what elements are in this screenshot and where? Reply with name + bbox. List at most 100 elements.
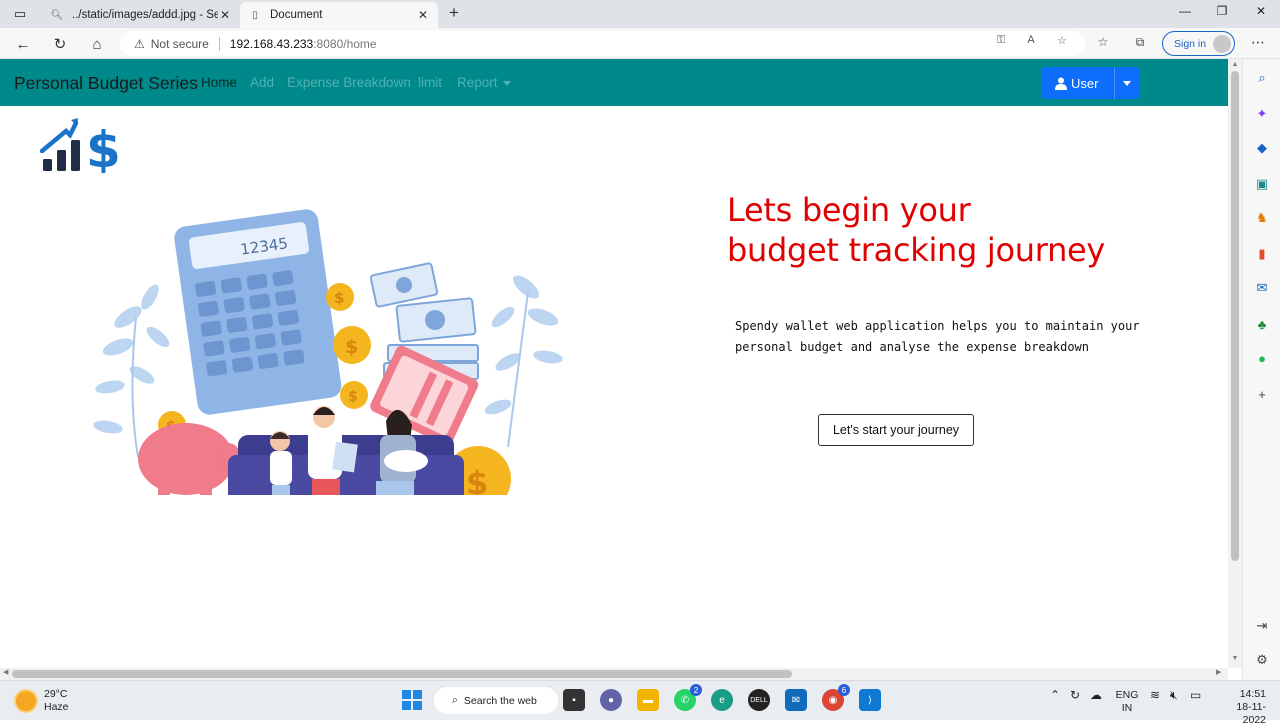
- file-explorer-icon[interactable]: ▬: [637, 689, 659, 711]
- favorites-icon[interactable]: ☆: [1094, 35, 1112, 51]
- sidebar-hide-icon[interactable]: ⇥: [1253, 617, 1271, 635]
- headline-line-1: Lets begin your: [727, 191, 971, 229]
- whatsapp-badge: 2: [690, 684, 702, 696]
- close-icon[interactable]: ✕: [416, 8, 430, 22]
- back-button[interactable]: ←: [12, 33, 34, 55]
- temperature: 29°C: [44, 688, 68, 700]
- edge-sidebar: ⌕ ✦ ◆ ▣ ♞ ▮ ✉ ♣ ● + ⇥ ⚙: [1242, 59, 1280, 680]
- key-icon[interactable]: ⚿: [992, 34, 1010, 50]
- vscode-icon[interactable]: ⟩: [859, 689, 881, 711]
- shopping-tag-icon[interactable]: ◆: [1253, 139, 1271, 157]
- search-icon: ⌕: [452, 694, 458, 706]
- nav-report-label: Report: [457, 75, 498, 90]
- vertical-scrollbar[interactable]: ▲ ▼: [1228, 59, 1242, 668]
- add-icon[interactable]: +: [1253, 385, 1271, 403]
- hero-description: Spendy wallet web application helps you …: [735, 316, 1155, 358]
- new-tab-button[interactable]: +: [444, 4, 464, 24]
- edge-browser-icon[interactable]: e: [711, 689, 733, 711]
- svg-text:$: $: [345, 336, 358, 358]
- outlook-icon[interactable]: ✉: [1253, 279, 1271, 297]
- language-indicator[interactable]: ENG IN: [1113, 689, 1141, 715]
- taskbar-search[interactable]: ⌕ Search the web: [434, 687, 558, 714]
- hero-headline: Lets begin your budget tracking journey: [727, 190, 1105, 270]
- app-navbar: Personal Budget Series Home Add Expense …: [0, 59, 1228, 106]
- user-dropdown-button[interactable]: User: [1042, 67, 1139, 99]
- svg-text:$: $: [466, 464, 488, 495]
- sync-icon[interactable]: ↻: [1070, 689, 1080, 702]
- chevron-down-icon[interactable]: [1115, 80, 1139, 86]
- windows-taskbar: 29°C Haze ⌕ Search the web ▪ ● ▬ ✆ 2 e DE…: [0, 680, 1280, 726]
- scroll-right-icon[interactable]: ▶: [1216, 668, 1221, 676]
- svg-text:$: $: [348, 389, 358, 405]
- nav-add[interactable]: Add: [250, 75, 274, 90]
- task-view-icon[interactable]: ▪: [563, 689, 585, 711]
- spotify-icon[interactable]: ●: [1253, 349, 1271, 367]
- scroll-up-icon[interactable]: ▲: [1231, 61, 1239, 68]
- read-aloud-icon[interactable]: A: [1022, 34, 1040, 50]
- close-icon[interactable]: ✕: [218, 8, 232, 22]
- horizontal-scrollbar[interactable]: ◀ ▶: [0, 668, 1228, 680]
- chrome-badge: 6: [838, 684, 850, 696]
- battery-icon[interactable]: ▭: [1190, 689, 1201, 702]
- home-button[interactable]: ⌂: [86, 33, 108, 55]
- minimize-button[interactable]: —: [1170, 4, 1200, 24]
- search-icon[interactable]: ⌕: [1253, 69, 1271, 87]
- scrollbar-thumb[interactable]: [1231, 71, 1239, 561]
- nav-report-dropdown[interactable]: Report: [457, 75, 511, 90]
- nav-home[interactable]: Home: [201, 75, 237, 90]
- dell-icon[interactable]: DELL: [748, 689, 770, 711]
- tools-icon[interactable]: ▣: [1253, 175, 1271, 193]
- warning-icon: ⚠: [134, 36, 145, 51]
- user-icon: [1055, 77, 1067, 90]
- page-viewport: Personal Budget Series Home Add Expense …: [0, 59, 1228, 668]
- description-line-1: Spendy wallet web application helps you …: [735, 319, 1140, 333]
- copilot-icon[interactable]: ✦: [1253, 105, 1271, 123]
- wifi-icon[interactable]: ≋: [1150, 689, 1160, 702]
- more-menu-icon[interactable]: ⋯: [1248, 34, 1268, 51]
- system-clock[interactable]: 14:51 18-11-2022: [1214, 688, 1266, 727]
- chevron-up-icon[interactable]: ⌃: [1050, 689, 1060, 702]
- tab-title: ../static/images/addd.jpg - Searc: [72, 9, 218, 21]
- tab-search[interactable]: 🔍︎ ../static/images/addd.jpg - Searc ✕: [42, 2, 240, 28]
- tab-document[interactable]: ▯ Document ✕: [240, 2, 438, 28]
- sign-in-button[interactable]: Sign in: [1162, 31, 1235, 56]
- tab-actions-icon[interactable]: ▭: [9, 4, 31, 24]
- scrollbar-thumb[interactable]: [12, 670, 792, 678]
- cloud-icon[interactable]: ☁: [1090, 689, 1102, 702]
- settings-icon[interactable]: ⚙: [1253, 651, 1271, 669]
- taskbar-search-label: Search the web: [463, 694, 537, 707]
- windows-start-icon[interactable]: [402, 690, 422, 710]
- chrome-icon[interactable]: ◉ 6: [822, 684, 850, 711]
- start-journey-button[interactable]: Let's start your journey: [818, 414, 974, 446]
- nav-expense-breakdown[interactable]: Expense Breakdown: [287, 75, 411, 90]
- url-path: :8080/home: [313, 36, 377, 51]
- clock-date: 18-11-2022: [1236, 701, 1266, 726]
- document-icon: ▯: [252, 9, 258, 21]
- favorite-add-icon[interactable]: ☆: [1053, 34, 1071, 50]
- scroll-left-icon[interactable]: ◀: [3, 668, 8, 676]
- collections-icon[interactable]: ⧉: [1131, 35, 1149, 51]
- whatsapp-icon[interactable]: ✆ 2: [674, 684, 702, 711]
- speaker-muted-icon[interactable]: 🔇︎: [1170, 689, 1178, 702]
- avatar: [1213, 35, 1231, 53]
- reload-button[interactable]: ↻: [49, 33, 71, 55]
- brand-title[interactable]: Personal Budget Series: [14, 73, 198, 94]
- address-bar[interactable]: ⚠ Not secure 192.168.43.233:8080/home: [120, 31, 1085, 56]
- mail-icon[interactable]: ✉: [785, 689, 807, 711]
- svg-text:$: $: [334, 289, 344, 307]
- close-window-button[interactable]: ✕: [1246, 4, 1276, 24]
- teams-chat-icon[interactable]: ●: [600, 689, 622, 711]
- svg-text:$: $: [86, 121, 118, 173]
- description-line-2: personal budget and analyse the expense …: [735, 340, 1090, 354]
- maximize-button[interactable]: ❐: [1207, 4, 1237, 24]
- office-icon[interactable]: ▮: [1253, 245, 1271, 263]
- nav-limit[interactable]: limit: [418, 75, 442, 90]
- games-icon[interactable]: ♞: [1253, 209, 1271, 227]
- weather-widget[interactable]: 29°C Haze: [16, 688, 69, 714]
- tree-icon[interactable]: ♣: [1253, 315, 1271, 333]
- browser-tab-strip: ▭ 🔍︎ ../static/images/addd.jpg - Searc ✕…: [0, 0, 1280, 28]
- language-bottom: IN: [1121, 702, 1133, 714]
- scroll-down-icon[interactable]: ▼: [1231, 655, 1239, 662]
- weather-condition: Haze: [44, 701, 69, 713]
- search-icon: 🔍︎: [50, 9, 64, 21]
